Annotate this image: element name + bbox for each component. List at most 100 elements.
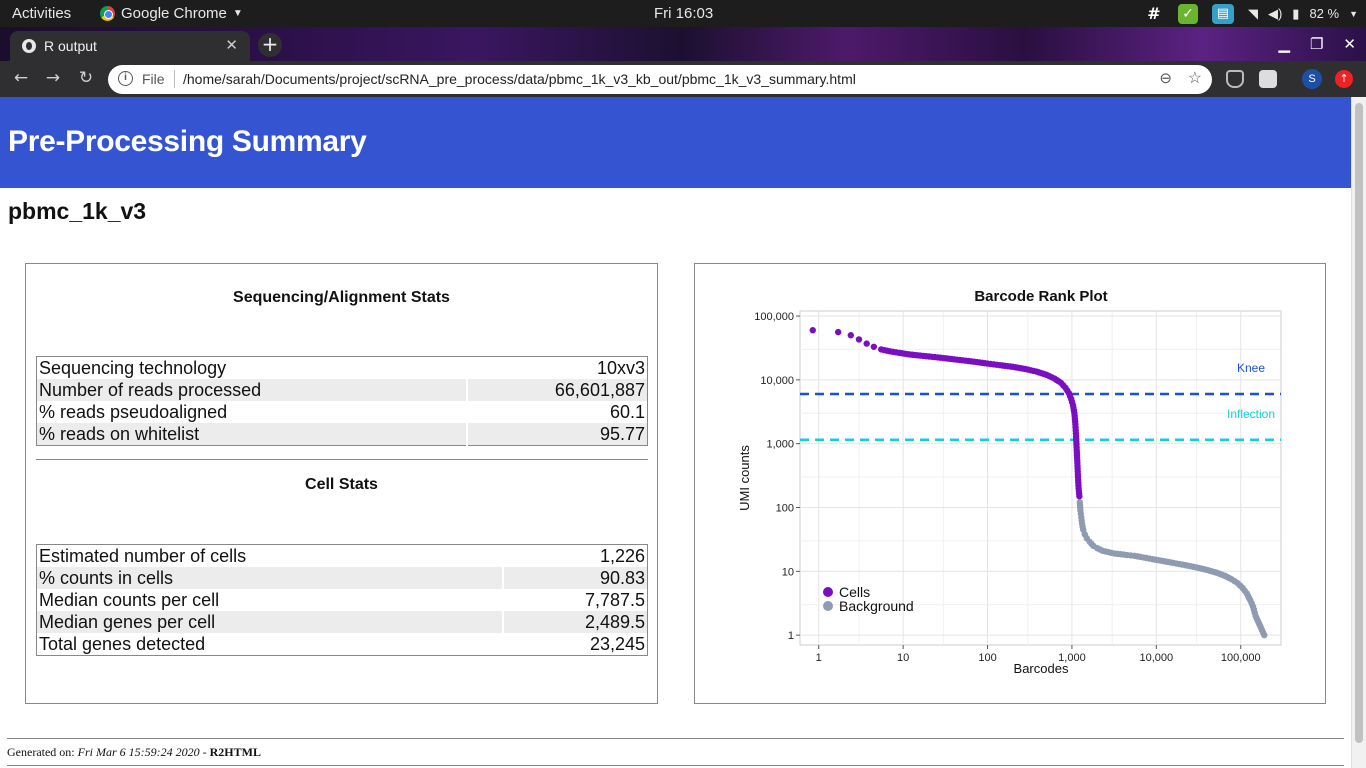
stat-value: 60.1: [609, 402, 645, 422]
table-row: Number of reads processed 66,601,887: [36, 379, 648, 401]
app-menu[interactable]: Google Chrome ▼: [100, 5, 243, 22]
y-axis-label: UMI counts: [737, 445, 752, 511]
threshold-label: Inflection: [1227, 407, 1275, 421]
table-row: Estimated number of cells 1,226: [37, 545, 648, 568]
new-tab-button[interactable]: +: [258, 33, 282, 57]
document-icon[interactable]: [1259, 70, 1277, 88]
stat-label: Sequencing technology: [39, 358, 227, 378]
system-top-bar: Activities Google Chrome ▼ Fri 16:03 # ✓…: [0, 0, 1366, 27]
address-bar[interactable]: i File /home/sarah/Documents/project/scR…: [108, 65, 1212, 94]
bookmark-star-icon[interactable]: ☆: [1188, 68, 1202, 88]
tab-title: R output: [44, 38, 97, 54]
url-text[interactable]: /home/sarah/Documents/project/scRNA_pre_…: [183, 71, 856, 87]
section-divider: [36, 459, 648, 460]
info-icon[interactable]: i: [118, 71, 133, 86]
battery-level: 82 %: [1309, 6, 1340, 21]
clock[interactable]: Fri 16:03: [654, 5, 713, 22]
stat-label: Median genes per cell: [36, 611, 504, 633]
battery-icon: ▮: [1292, 5, 1300, 21]
stat-label: % reads pseudoaligned: [39, 402, 228, 422]
tab-r-output[interactable]: R output ✕: [10, 31, 250, 61]
check-icon[interactable]: ✓: [1177, 3, 1198, 24]
pocket-icon[interactable]: [1226, 70, 1244, 88]
profile-avatar[interactable]: S: [1302, 69, 1322, 89]
footer-divider: [7, 738, 1344, 739]
x-tick-label: 10,000: [1140, 652, 1174, 664]
cell-stats-table: Estimated number of cells 1,226 % counts …: [36, 544, 648, 656]
stats-panel: Sequencing/Alignment Stats Sequencing te…: [25, 263, 658, 704]
stat-value: 2,489.5: [502, 611, 648, 633]
chrome-icon: [100, 6, 115, 21]
data-point: [1076, 493, 1083, 500]
table-row: Median genes per cell 2,489.5: [36, 611, 648, 633]
page-scrollbar[interactable]: [1351, 97, 1366, 768]
page-title: Pre-Processing Summary: [8, 125, 367, 158]
zoom-icon[interactable]: ⊖: [1159, 69, 1172, 87]
footer: Generated on: Fri Mar 6 15:59:24 2020 - …: [7, 745, 261, 760]
stat-value: 66,601,887: [466, 379, 648, 401]
data-point: [855, 336, 863, 343]
y-tick-label: 10: [782, 566, 794, 578]
triangle-down-icon: ▼: [232, 8, 243, 19]
data-point: [870, 343, 878, 350]
threshold-label: Knee: [1237, 361, 1265, 375]
footer-divider-bottom: [7, 765, 1344, 766]
x-tick-label: 100: [978, 652, 996, 664]
header-banner: Pre-Processing Summary: [0, 97, 1351, 188]
plot-panel: Barcode Rank Plot Knee Inflection 1 10 100 1…: [694, 263, 1326, 704]
software-store-icon[interactable]: ▤: [1211, 3, 1234, 24]
x-axis-label: Barcodes: [1014, 661, 1069, 676]
seq-section-title: Sequencing/Alignment Stats: [233, 289, 450, 306]
minimize-icon[interactable]: ▁: [1278, 35, 1290, 53]
update-icon[interactable]: ↑: [1335, 70, 1353, 88]
sample-name: pbmc_1k_v3: [8, 198, 147, 224]
close-icon[interactable]: ✕: [225, 36, 238, 54]
reload-icon[interactable]: ↻: [75, 68, 97, 88]
stat-value: 10xv3: [596, 358, 645, 378]
data-point: [847, 332, 855, 339]
seq-stats-table: Sequencing technology 10xv3 Number of rea…: [36, 356, 648, 446]
globe-icon: [22, 39, 36, 53]
table-row: % reads pseudoaligned 60.1: [37, 401, 648, 423]
table-row: Total genes detected 23,245: [37, 633, 648, 656]
table-row: % reads on whitelist 95.77: [36, 423, 648, 446]
activities-button[interactable]: Activities: [12, 5, 71, 22]
legend-label-background: Background: [839, 598, 914, 614]
close-window-icon[interactable]: ✕: [1343, 35, 1356, 53]
table-row: Sequencing technology 10xv3: [37, 357, 648, 380]
stat-value: 95.77: [466, 423, 648, 446]
status-menu[interactable]: ◥ ◀) ▮ 82 % ▼: [1248, 6, 1358, 22]
plot-area: [799, 310, 1282, 646]
y-tick-label: 100: [776, 502, 794, 514]
table-row: Median counts per cell 7,787.5: [37, 589, 648, 611]
stat-value: 23,245: [589, 634, 645, 654]
scrollbar-thumb[interactable]: [1355, 103, 1363, 743]
wifi-icon: ◥: [1247, 5, 1258, 21]
app-menu-label: Google Chrome: [121, 5, 227, 22]
maximize-icon[interactable]: ❐: [1310, 35, 1323, 53]
x-tick-label: 1: [816, 652, 822, 664]
tab-strip: R output ✕ + ▁ ❐ ✕: [0, 27, 1366, 61]
divider: [174, 70, 175, 88]
data-point: [809, 327, 816, 334]
stat-label: % reads on whitelist: [36, 423, 468, 446]
legend-swatch-cells: [823, 587, 833, 597]
stat-value: 90.83: [502, 567, 648, 589]
stat-label: Median counts per cell: [39, 590, 220, 610]
back-arrow-icon[interactable]: ←: [10, 68, 32, 88]
triangle-down-icon: ▼: [1349, 8, 1358, 19]
stat-label: Number of reads processed: [36, 379, 468, 401]
stat-label: % counts in cells: [36, 567, 504, 589]
stat-value: 7,787.5: [584, 590, 645, 610]
forward-arrow-icon[interactable]: →: [42, 68, 64, 88]
stat-label: Estimated number of cells: [39, 546, 247, 566]
y-tick-label: 1: [788, 630, 794, 642]
barcode-rank-plot: Barcode Rank Plot Knee Inflection 1 10 100 1…: [737, 288, 1282, 676]
page-content: Pre-Processing Summary pbmc_1k_v3 Sequen…: [0, 97, 1351, 768]
chart-title: Barcode Rank Plot: [974, 288, 1107, 305]
footer-date: Fri Mar 6 15:59:24 2020: [77, 745, 200, 759]
x-tick-label: 100,000: [1221, 652, 1261, 664]
stat-label: Total genes detected: [39, 634, 206, 654]
footer-prefix: Generated on:: [7, 745, 78, 759]
slack-icon[interactable]: #: [1144, 4, 1164, 24]
